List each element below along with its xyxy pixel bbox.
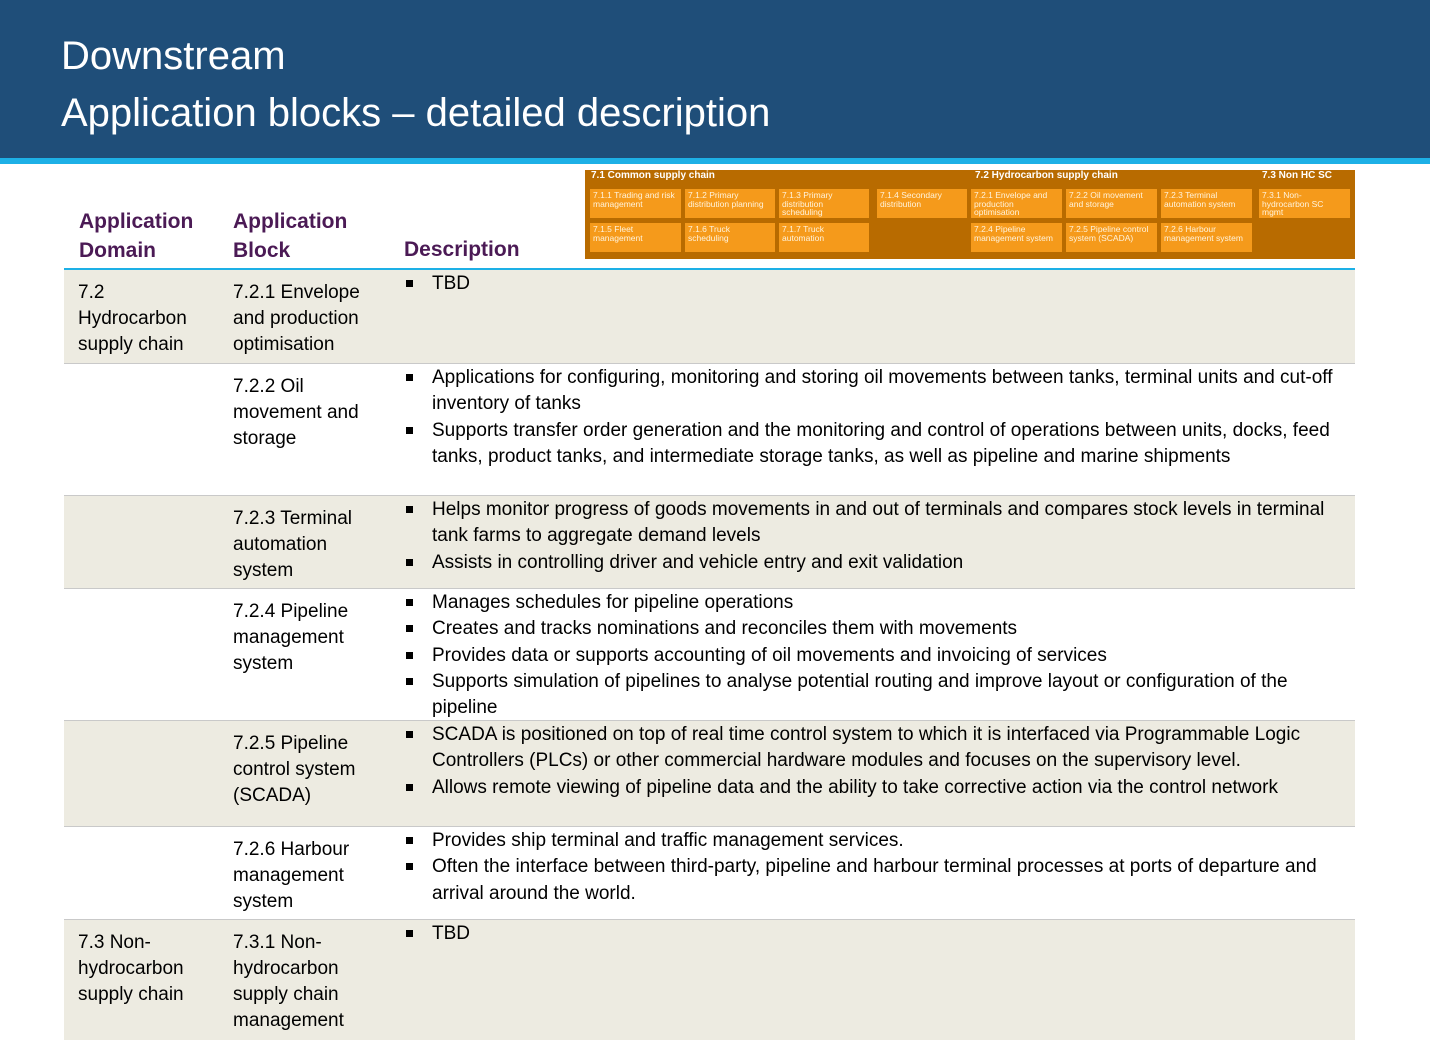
minimap-box: 7.2.4 Pipeline management system <box>971 223 1062 252</box>
minimap-box: 7.1.4 Secondary distribution <box>877 189 967 218</box>
table-row: 7.2.2 Oil movement and storage Applicati… <box>64 364 1355 496</box>
description-bullet: SCADA is positioned on top of real time … <box>406 722 1346 775</box>
square-bullet-icon <box>406 558 413 566</box>
description-bullet: Helps monitor progress of goods movement… <box>406 497 1346 550</box>
description-bullet: Creates and tracks nominations and recon… <box>406 616 1346 642</box>
description-bullet: Assists in controlling driver and vehicl… <box>406 550 1346 576</box>
description-cell: Manages schedules for pipeline operation… <box>406 590 1346 721</box>
minimap-group-title: 7.1 Common supply chain <box>591 170 715 181</box>
description-bullet: Often the interface between third-party,… <box>406 854 1346 907</box>
minimap-box: 7.2.5 Pipeline control system (SCADA) <box>1066 223 1157 252</box>
square-bullet-icon <box>406 651 413 659</box>
minimap-box: 7.2.6 Harbour management system <box>1161 223 1252 252</box>
column-header-block: Application Block <box>233 210 348 262</box>
square-bullet-icon <box>406 625 413 633</box>
description-bullet: Provides data or supports accounting of … <box>406 643 1346 669</box>
square-bullet-icon <box>406 837 413 844</box>
description-bullet: TBD <box>406 271 1346 297</box>
square-bullet-icon <box>406 506 413 513</box>
banner-accent-stripe <box>0 158 1430 164</box>
square-bullet-icon <box>406 426 413 434</box>
square-bullet-icon <box>406 599 413 606</box>
square-bullet-icon <box>406 863 413 871</box>
description-cell: Provides ship terminal and traffic manag… <box>406 828 1346 907</box>
table-row: 7.2 Hydrocarbon supply chain 7.2.1 Envel… <box>64 270 1355 364</box>
description-bullet: Manages schedules for pipeline operation… <box>406 590 1346 616</box>
domain-cell: 7.3 Non-hydrocarbon supply chain <box>78 932 184 1005</box>
description-cell: Helps monitor progress of goods movement… <box>406 497 1346 576</box>
square-bullet-icon <box>406 731 413 738</box>
square-bullet-icon <box>406 930 413 937</box>
column-header-description: Description <box>404 238 520 261</box>
minimap-box: 7.1.2 Primary distribution planning <box>685 189 775 218</box>
block-cell: 7.2.3 Terminal automation system <box>233 508 352 581</box>
domain-cell: 7.2 Hydrocarbon supply chain <box>78 282 187 355</box>
minimap-box: 7.2.2 Oil movement and storage <box>1066 189 1157 218</box>
table-row: 7.3 Non-hydrocarbon supply chain 7.3.1 N… <box>64 920 1355 1040</box>
minimap-box: 7.2.1 Envelope and production optimisati… <box>971 189 1062 218</box>
minimap-box: 7.3.1 Non-hydrocarbon SC mgmt <box>1259 189 1350 218</box>
minimap-box: 7.1.3 Primary distribution scheduling <box>779 189 869 218</box>
block-cell: 7.3.1 Non-hydrocarbon supply chain manag… <box>233 932 344 1031</box>
minimap-box: 7.1.5 Fleet management <box>590 223 681 252</box>
application-map-thumbnail: 7.1 Common supply chain 7.2 Hydrocarbon … <box>585 170 1355 259</box>
minimap-box: 7.1.7 Truck automation <box>779 223 869 252</box>
square-bullet-icon <box>406 677 413 685</box>
minimap-group-title: 7.2 Hydrocarbon supply chain <box>975 170 1118 181</box>
minimap-box: 7.1.6 Truck scheduling <box>685 223 775 252</box>
description-bullet: Applications for configuring, monitoring… <box>406 365 1346 418</box>
column-header-domain: Application Domain <box>79 210 194 262</box>
page-title-line-1: Downstream <box>61 34 286 78</box>
description-bullet: TBD <box>406 921 1346 947</box>
table-row: 7.2.5 Pipeline control system (SCADA) SC… <box>64 721 1355 827</box>
description-cell: TBD <box>406 271 1346 297</box>
description-bullet: Supports simulation of pipelines to anal… <box>406 669 1346 722</box>
square-bullet-icon <box>406 374 413 381</box>
minimap-box: 7.1.1 Trading and risk management <box>590 189 681 218</box>
description-bullet: Supports transfer order generation and t… <box>406 418 1346 471</box>
description-cell: SCADA is positioned on top of real time … <box>406 722 1346 801</box>
block-cell: 7.2.1 Envelope and production optimisati… <box>233 282 360 355</box>
block-cell: 7.2.4 Pipeline management system <box>233 601 349 674</box>
description-cell: TBD <box>406 921 1346 947</box>
table-row: 7.2.6 Harbour management system Provides… <box>64 827 1355 920</box>
square-bullet-icon <box>406 280 413 287</box>
block-cell: 7.2.6 Harbour management system <box>233 839 350 912</box>
description-bullet: Provides ship terminal and traffic manag… <box>406 828 1346 854</box>
minimap-group-title: 7.3 Non HC SC <box>1262 170 1333 181</box>
table-row: 7.2.3 Terminal automation system Helps m… <box>64 496 1355 589</box>
table-row: 7.2.4 Pipeline management system Manages… <box>64 589 1355 721</box>
page-title-line-2: Application blocks – detailed descriptio… <box>61 91 771 135</box>
description-cell: Applications for configuring, monitoring… <box>406 365 1346 470</box>
block-cell: 7.2.2 Oil movement and storage <box>233 376 359 449</box>
minimap-box: 7.2.3 Terminal automation system <box>1161 189 1252 218</box>
square-bullet-icon <box>406 783 413 791</box>
block-cell: 7.2.5 Pipeline control system (SCADA) <box>233 733 356 806</box>
description-bullet: Allows remote viewing of pipeline data a… <box>406 775 1346 801</box>
title-banner: Downstream Application blocks – detailed… <box>0 0 1430 158</box>
